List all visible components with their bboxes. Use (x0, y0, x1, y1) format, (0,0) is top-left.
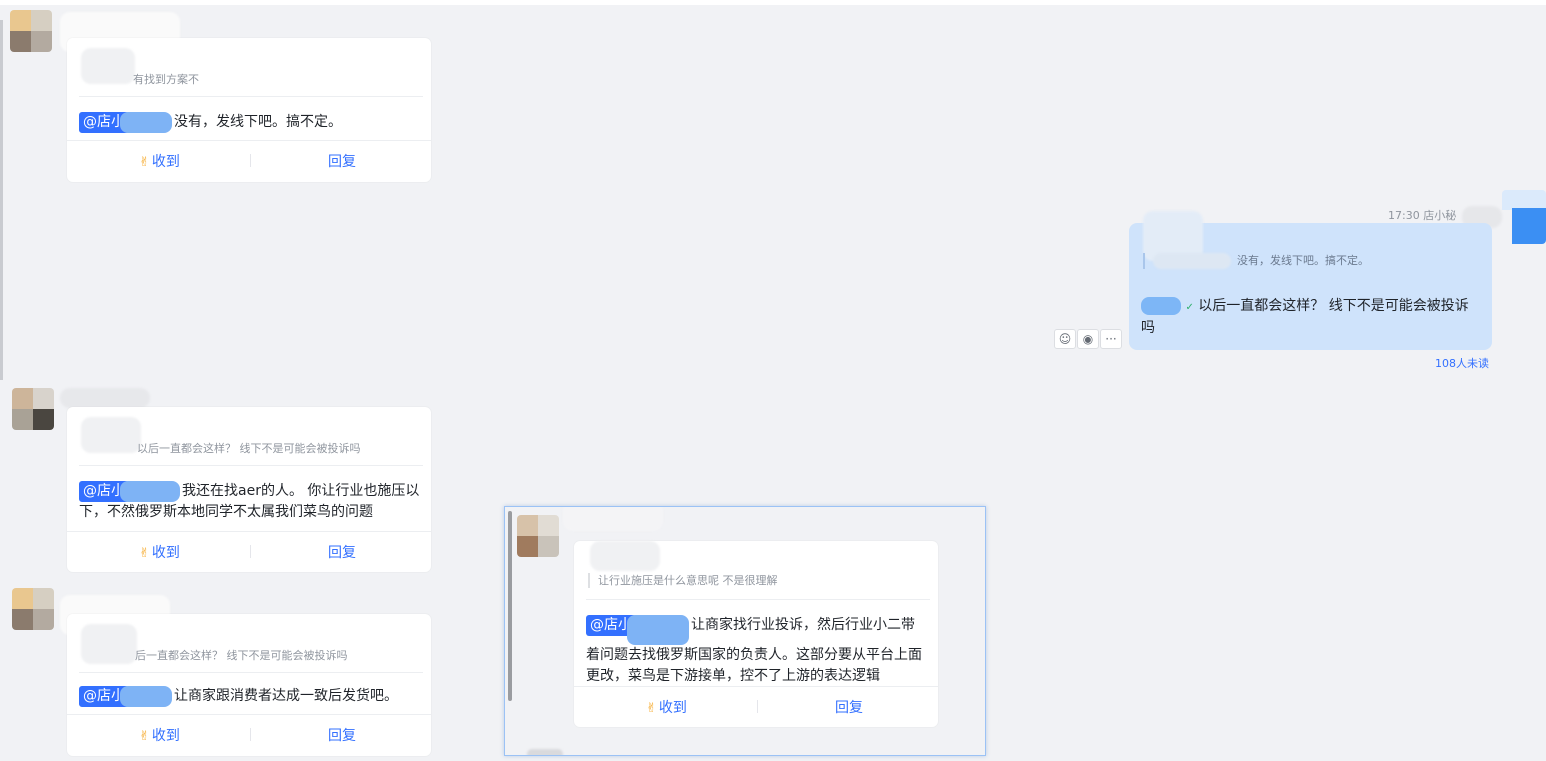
thread-popup[interactable]: 让行业施压是什么意思呢 不是很理解 @店小 让商家找行业投诉，然后行业小二带 着问… (504, 506, 986, 756)
quoted-message: 让行业施压是什么意思呢 不是很理解 (588, 573, 778, 588)
divider (586, 599, 930, 600)
scrollbar[interactable] (508, 511, 512, 701)
blurred-mention (120, 112, 172, 133)
message-text: ✓ 以后一直都会这样？ 线下不是可能会被投诉 吗 (1141, 297, 1469, 336)
clap-icon: ✌ (139, 729, 150, 744)
quoted-message: 有找到方案不 (133, 73, 199, 86)
blurred-next-item (527, 749, 563, 755)
reply-button[interactable]: 回复 (328, 542, 356, 562)
divider (79, 96, 423, 97)
divider (67, 531, 431, 532)
ack-button[interactable]: ✌ 收到 (139, 725, 180, 745)
blurred-name (60, 388, 150, 408)
message-text: @店小 我还在找aer的人。 你让行业也施压以 下，不然俄罗斯本地同学不太属我们菜… (79, 481, 420, 520)
divider (79, 672, 423, 673)
divider (79, 465, 423, 466)
card-actions: ✌ 收到 回复 (67, 142, 431, 178)
clap-icon: ✌ (139, 155, 150, 170)
blurred-mention (1141, 297, 1181, 315)
action-separator (757, 700, 758, 713)
left-scroll-edge (0, 20, 3, 380)
quoted-message: 没有，发线下吧。搞不定。 (1143, 253, 1369, 269)
blurred-mention (120, 686, 172, 707)
avatar[interactable] (12, 588, 54, 630)
self-message-bubble[interactable]: 没有，发线下吧。搞不定。 ✓ 以后一直都会这样？ 线下不是可能会被投诉 吗 (1129, 211, 1492, 350)
blurred-name (563, 507, 663, 531)
card-actions: ✌ 收到 回复 (574, 688, 938, 724)
message-card[interactable]: 后一直都会这样？ 线下不是可能会被投诉吗 @店小 让商家跟消费者达成一致后发货吧。… (67, 614, 431, 756)
add-reaction-icon[interactable]: ☺ (1054, 329, 1076, 349)
action-separator (250, 728, 251, 741)
ack-button[interactable]: ✌ 收到 (646, 697, 687, 717)
action-separator (250, 154, 251, 167)
card-actions: ✌ 收到 回复 (67, 716, 431, 752)
avatar[interactable] (12, 388, 54, 430)
divider (67, 140, 431, 141)
divider (67, 714, 431, 715)
blurred-author (1153, 253, 1231, 269)
clap-icon: ✌ (139, 546, 150, 561)
avatar[interactable] (10, 10, 52, 52)
message-text: @店小 让商家跟消费者达成一致后发货吧。 (79, 686, 398, 707)
self-avatar[interactable] (1502, 190, 1546, 244)
blurred-mention (120, 481, 180, 502)
message-text: @店小 没有，发线下吧。搞不定。 (79, 112, 342, 133)
message-meta: 17:30 店小秘 (1388, 207, 1456, 223)
message-text: @店小 让商家找行业投诉，然后行业小二带 着问题去找俄罗斯国家的负责人。这部分要从… (586, 615, 922, 684)
message-card[interactable]: 以后一直都会这样？ 线下不是可能会被投诉吗 @店小 我还在找aer的人。 你让行业… (67, 407, 431, 572)
reply-button[interactable]: 回复 (328, 725, 356, 745)
reply-button[interactable]: 回复 (328, 151, 356, 171)
message-card[interactable]: 让行业施压是什么意思呢 不是很理解 @店小 让商家找行业投诉，然后行业小二带 着问… (574, 541, 938, 727)
action-separator (250, 545, 251, 558)
blurred-mention (627, 615, 689, 645)
reply-button[interactable]: 回复 (835, 697, 863, 717)
message-time: 17:30 (1388, 209, 1420, 222)
ack-button[interactable]: ✌ 收到 (139, 151, 180, 171)
more-icon[interactable]: ··· (1100, 329, 1122, 349)
message-card[interactable]: 有找到方案不 @店小 没有，发线下吧。搞不定。 ✌ 收到 回复 (67, 38, 431, 182)
unread-count[interactable]: 108人未读 (1435, 355, 1489, 371)
divider (574, 686, 938, 687)
avatar[interactable] (517, 515, 559, 557)
sender-name: 店小秘 (1423, 209, 1457, 222)
reply-thread-icon[interactable]: ◉ (1077, 329, 1099, 349)
top-border (0, 0, 1546, 5)
ack-button[interactable]: ✌ 收到 (139, 542, 180, 562)
check-icon: ✓ (1185, 302, 1194, 313)
blurred-quote-author (590, 541, 660, 571)
clap-icon: ✌ (646, 701, 657, 716)
card-actions: ✌ 收到 回复 (67, 533, 431, 569)
quoted-message: 以后一直都会这样？ 线下不是可能会被投诉吗 (137, 442, 361, 455)
quoted-message: 后一直都会这样？ 线下不是可能会被投诉吗 (135, 649, 348, 662)
